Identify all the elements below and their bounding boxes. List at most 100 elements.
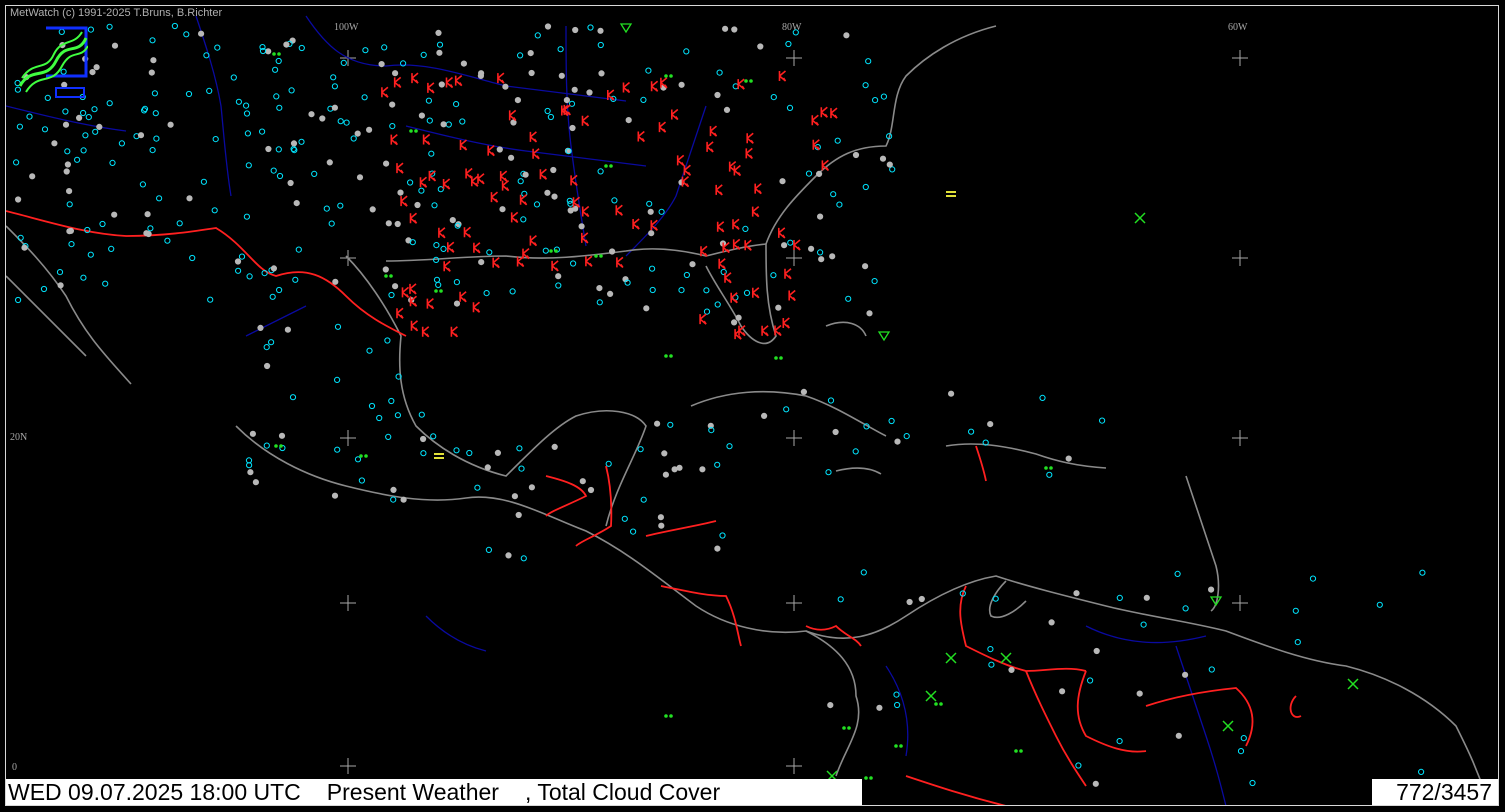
cloud-cover-station-icon <box>703 308 711 315</box>
thunderstorm-symbol-icon <box>671 108 679 121</box>
cloud-cover-station-icon <box>800 388 808 395</box>
cloud-cover-station-icon <box>257 324 264 331</box>
cloud-cover-station-icon <box>676 464 683 471</box>
cloud-cover-station-icon <box>276 104 283 111</box>
cloud-cover-station-icon <box>662 471 670 478</box>
river <box>405 125 647 167</box>
cloud-cover-station-icon <box>1292 607 1299 614</box>
grid-cross <box>340 595 356 611</box>
thunderstorm-symbol-icon <box>734 328 742 340</box>
river <box>1085 625 1207 644</box>
cloud-cover-station-icon <box>185 90 193 98</box>
cloud-cover-station-icon <box>1208 586 1215 593</box>
cloud-cover-station-icon <box>827 397 835 404</box>
cloud-cover-station-icon <box>29 173 36 180</box>
cloud-cover-station-icon <box>621 515 628 522</box>
cloud-cover-station-icon <box>418 112 425 119</box>
parameter-total-cloud-cover[interactable]: , Total Cloud Cover <box>525 779 720 805</box>
cloud-cover-station-icon <box>356 174 364 181</box>
thunderstorm-symbol-icon <box>681 175 690 188</box>
cloud-cover-station-icon <box>742 225 749 232</box>
cloud-cover-station-icon <box>893 691 900 698</box>
cloud-cover-station-icon <box>435 29 442 36</box>
river <box>885 665 909 757</box>
cloud-cover-station-icon <box>354 130 361 137</box>
cloud-cover-station-icon <box>466 449 473 457</box>
valid-datetime[interactable]: WED 09.07.2025 18:00 UTC <box>8 779 301 805</box>
cloud-cover-station-icon <box>992 595 999 602</box>
cloud-cover-station-icon <box>886 161 893 168</box>
cloud-cover-station-icon <box>171 22 178 30</box>
grid-cross <box>1232 50 1248 66</box>
rain-symbol-icon <box>669 354 673 358</box>
weather-map[interactable] <box>6 6 1499 806</box>
cloud-cover-station-icon <box>460 60 467 67</box>
cloud-cover-station-icon <box>726 443 733 450</box>
cloud-cover-station-icon <box>149 37 156 44</box>
thunderstorm-symbol-icon <box>396 307 404 319</box>
cloud-cover-station-icon <box>1143 594 1150 601</box>
thunderstorm-symbol-icon <box>409 283 417 295</box>
cloud-cover-station-icon <box>440 121 447 128</box>
cloud-cover-station-icon <box>570 260 577 267</box>
thunderstorm-symbol-icon <box>501 179 510 192</box>
cloud-cover-station-icon <box>609 248 616 255</box>
cloud-cover-station-icon <box>544 107 551 115</box>
cloud-cover-station-icon <box>1039 394 1046 401</box>
cloud-cover-station-icon <box>830 191 837 198</box>
cloud-cover-station-icon <box>888 417 895 425</box>
coastline <box>345 255 647 527</box>
thunderstorm-symbol-icon <box>732 218 740 230</box>
lat-label-20n: 20N <box>10 432 28 443</box>
cloud-cover-station-icon <box>544 189 551 196</box>
cloud-cover-station-icon <box>478 259 485 266</box>
thunderstorm-symbol-icon <box>784 268 792 280</box>
cloud-cover-station-icon <box>308 111 315 118</box>
cloud-cover-station-icon <box>96 123 103 131</box>
cloud-cover-station-icon <box>436 49 443 56</box>
thunderstorm-symbol-icon <box>551 260 559 272</box>
cloud-cover-station-icon <box>385 220 392 227</box>
rain-symbol-icon <box>1014 749 1018 753</box>
cloud-cover-station-icon <box>311 170 318 177</box>
thunderstorm-symbol-icon <box>732 238 741 251</box>
rain-symbol-icon <box>414 129 418 133</box>
cloud-cover-station-icon <box>699 466 706 473</box>
rain-symbol-icon <box>669 714 673 718</box>
parameter-present-weather[interactable]: Present Weather <box>327 779 499 805</box>
cloud-cover-station-icon <box>520 555 527 562</box>
cloud-cover-station-icon <box>183 31 190 38</box>
station-symbols[interactable] <box>13 22 1426 787</box>
cloud-cover-station-icon <box>234 258 242 265</box>
thunderstorm-symbol-icon <box>622 81 631 94</box>
cloud-cover-station-icon <box>542 247 549 254</box>
cloud-cover-station-icon <box>243 102 250 109</box>
thunderstorm-symbol-icon <box>390 133 398 146</box>
cloud-cover-station-icon <box>435 281 442 288</box>
grid-cross <box>1232 430 1248 446</box>
cloud-cover-station-icon <box>64 161 72 168</box>
cloud-cover-station-icon <box>284 326 291 333</box>
cloud-cover-station-icon <box>68 241 75 248</box>
cloud-cover-station-icon <box>328 220 335 227</box>
cloud-cover-station-icon <box>808 245 815 252</box>
thunderstorm-symbol-icon <box>709 125 718 137</box>
cloud-cover-station-icon <box>275 146 282 153</box>
country-border <box>6 210 407 337</box>
cloud-cover-station-icon <box>430 433 437 440</box>
cloud-cover-station-icon <box>544 23 552 30</box>
cloud-cover-station-icon <box>607 290 614 297</box>
cloud-cover-station-icon <box>625 117 632 124</box>
cloud-cover-station-icon <box>362 47 369 54</box>
lat-label-0: 0 <box>12 762 17 773</box>
thunderstorm-symbol-icon <box>793 239 801 251</box>
weather-symbols[interactable] <box>272 23 1359 782</box>
cloud-cover-station-icon <box>528 69 535 77</box>
rain-symbol-icon <box>389 274 393 278</box>
cloud-cover-station-icon <box>678 81 685 88</box>
status-bar-info: WED 09.07.2025 18:00 UTC Present Weather,… <box>6 779 862 805</box>
cloud-cover-station-icon <box>587 24 594 31</box>
cloud-cover-station-icon <box>388 397 395 405</box>
thunderstorm-symbol-icon <box>615 204 623 216</box>
cloud-cover-station-icon <box>420 450 427 457</box>
